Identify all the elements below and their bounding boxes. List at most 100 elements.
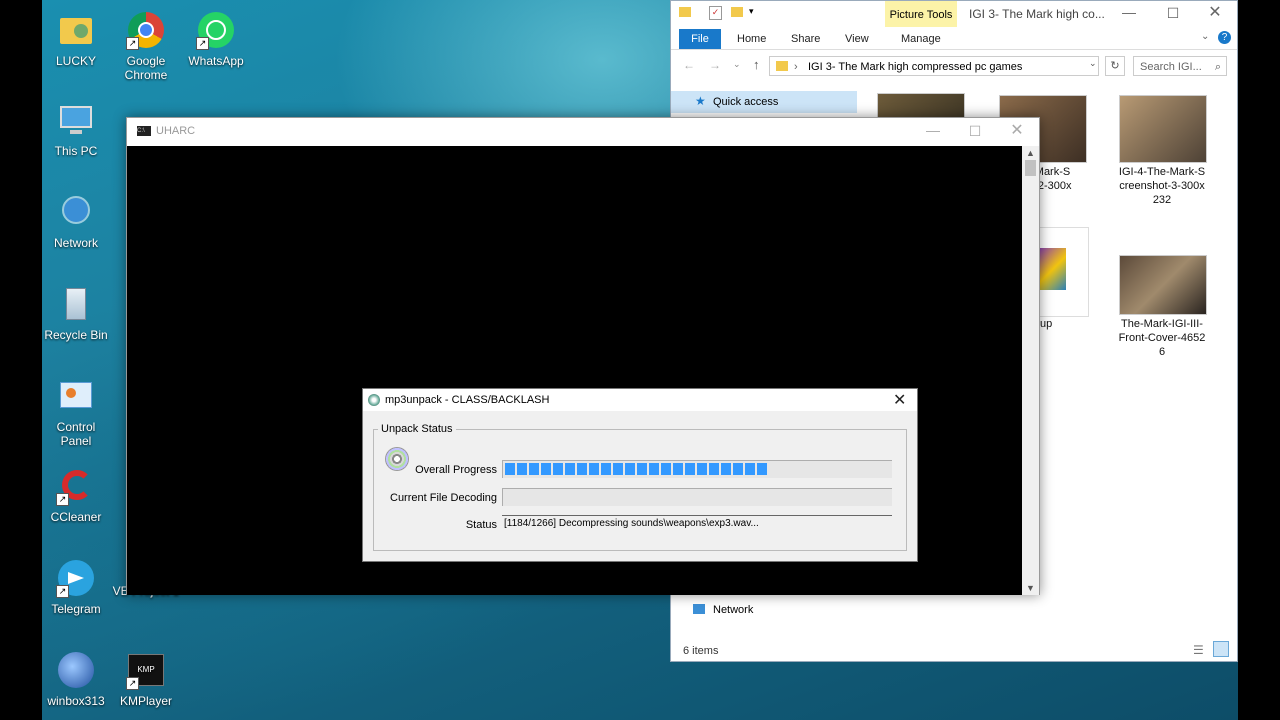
tab-share[interactable]: Share — [783, 29, 828, 49]
shortcut-arrow-icon: ↗ — [126, 677, 139, 690]
details-view-icon[interactable]: ☰ — [1193, 643, 1204, 657]
recycle-bin-icon — [56, 284, 96, 324]
desktop-icon-ccleaner[interactable]: ↗ CCleaner — [42, 462, 112, 524]
new-folder-icon[interactable] — [731, 7, 743, 17]
address-dropdown-icon[interactable]: ⌄ — [1089, 58, 1097, 69]
scroll-up-icon[interactable]: ▲ — [1026, 148, 1035, 158]
file-thumbnail[interactable] — [1119, 95, 1207, 163]
current-file-progress-bar — [502, 488, 892, 506]
ribbon-tabs: File Home Share View Manage ⌄ ? — [671, 27, 1237, 50]
address-row: ← → ⌄ ↑ › IGI 3- The Mark high compresse… — [671, 50, 1237, 82]
maximize-button[interactable]: ☐ — [953, 118, 997, 146]
desktop-icon-label: Google Chrome — [124, 54, 168, 82]
minimize-button[interactable]: — — [1107, 1, 1151, 27]
search-input[interactable]: Search IGI... ⌕ — [1133, 56, 1227, 76]
ribbon-expand-icon[interactable]: ⌄ — [1201, 31, 1209, 42]
desktop-icon-label: Network — [53, 236, 98, 250]
progress-segment — [673, 463, 683, 475]
progress-segment — [697, 463, 707, 475]
status-bar-items: 6 items — [683, 645, 719, 657]
progress-segment — [601, 463, 611, 475]
dialog-title: mp3unpack - CLASS/BACKLASH — [385, 394, 550, 406]
progress-segment — [625, 463, 635, 475]
search-placeholder: Search IGI... — [1140, 61, 1202, 73]
large-icons-view-icon[interactable] — [1213, 641, 1229, 657]
desktop-icon-this-pc[interactable]: This PC — [42, 96, 112, 158]
recent-chevron-icon[interactable]: ⌄ — [733, 59, 741, 70]
search-icon: ⌕ — [1214, 61, 1221, 73]
setup-icon[interactable] — [1033, 227, 1089, 317]
address-bar[interactable]: › IGI 3- The Mark high compressed pc gam… — [769, 56, 1099, 76]
desktop-icon-label: Recycle Bin — [44, 328, 108, 342]
back-arrow-icon[interactable]: ← — [683, 58, 695, 72]
vertical-scrollbar[interactable]: ▲ ▼ — [1022, 146, 1039, 595]
progress-segment — [529, 463, 539, 475]
desktop-icon-label: This PC — [54, 144, 98, 158]
progress-segment — [733, 463, 743, 475]
forward-arrow-icon[interactable]: → — [709, 58, 721, 72]
shortcut-arrow-icon: ↗ — [56, 585, 69, 598]
dialog-titlebar[interactable]: mp3unpack - CLASS/BACKLASH ✕ — [363, 389, 917, 411]
help-icon[interactable]: ? — [1218, 31, 1231, 44]
app-icon — [368, 394, 380, 406]
progress-segment — [685, 463, 695, 475]
progress-segment — [577, 463, 587, 475]
current-file-decoding-label: Current File Decoding — [390, 492, 497, 504]
ccleaner-icon: ↗ — [56, 466, 96, 506]
desktop-icon-chrome[interactable]: ↗ Google Chrome — [110, 6, 182, 82]
close-button[interactable]: ✕ — [995, 118, 1039, 146]
window-title: IGI 3- The Mark high co... — [969, 7, 1105, 21]
folder-icon — [679, 7, 691, 17]
scroll-thumb[interactable] — [1025, 160, 1036, 176]
chrome-icon: ↗ — [126, 10, 166, 50]
up-arrow-icon[interactable]: ↑ — [753, 57, 760, 72]
console-icon: C:\ — [137, 126, 151, 136]
file-thumbnail[interactable] — [1119, 255, 1207, 315]
desktop-icon-winbox[interactable]: winbox313 — [42, 646, 112, 708]
group-label: Unpack Status — [381, 423, 453, 435]
tab-view[interactable]: View — [837, 29, 877, 49]
tab-home[interactable]: Home — [729, 29, 774, 49]
refresh-icon[interactable]: ↻ — [1105, 56, 1125, 76]
chevron-down-icon[interactable]: ▾ — [749, 6, 754, 17]
scroll-down-icon[interactable]: ▼ — [1026, 583, 1035, 593]
close-button[interactable]: ✕ — [1193, 1, 1237, 27]
nav-item-quick-access[interactable]: ★ Quick access — [671, 91, 857, 113]
shortcut-arrow-icon: ↗ — [126, 37, 139, 50]
whatsapp-icon: ↗ — [196, 10, 236, 50]
breadcrumb-chevron-icon: › — [794, 61, 798, 73]
desktop-icon-label: LUCKY — [55, 54, 96, 68]
computer-icon — [56, 100, 96, 140]
nav-item-label: Network — [713, 604, 754, 616]
desktop-icon-label: KMPlayer — [119, 694, 172, 708]
progress-segment — [757, 463, 767, 475]
progress-segment — [709, 463, 719, 475]
tab-manage[interactable]: Manage — [893, 29, 949, 49]
desktop-icon-network[interactable]: Network — [42, 188, 112, 250]
network-icon — [56, 192, 96, 232]
network-icon — [693, 604, 705, 614]
desktop-icon-lucky[interactable]: LUCKY — [42, 6, 112, 68]
uharc-titlebar[interactable]: C:\ UHARC — ☐ ✕ — [127, 118, 1039, 146]
kmplayer-icon: KMP ↗ — [126, 650, 166, 690]
desktop-icon-recycle-bin[interactable]: Recycle Bin — [42, 280, 112, 342]
status-text-field: [1184/1266] Decompressing sounds\weapons… — [502, 515, 892, 533]
nav-item-network[interactable]: Network — [671, 599, 857, 621]
properties-icon[interactable]: ✓ — [709, 6, 722, 20]
file-caption: The-Mark-IGI-III- Front-Cover-4652 6 — [1114, 317, 1210, 359]
shortcut-arrow-icon: ↗ — [56, 493, 69, 506]
desktop-icon-kmplayer[interactable]: KMP ↗ KMPlayer — [110, 646, 182, 708]
desktop-icon-whatsapp[interactable]: ↗ WhatsApp — [180, 6, 252, 68]
desktop-icon-control-panel[interactable]: Control Panel — [42, 372, 112, 448]
close-button[interactable]: ✕ — [893, 390, 906, 410]
desktop-icon-telegram[interactable]: ↗ Telegram — [42, 554, 112, 616]
progress-segment — [517, 463, 527, 475]
progress-segment — [649, 463, 659, 475]
progress-segment — [661, 463, 671, 475]
mp3unpack-dialog: mp3unpack - CLASS/BACKLASH ✕ Unpack Stat… — [362, 388, 918, 562]
tab-file[interactable]: File — [679, 29, 721, 49]
maximize-button[interactable]: ☐ — [1151, 1, 1195, 27]
shortcut-arrow-icon: ↗ — [196, 37, 209, 50]
explorer-titlebar[interactable]: ✓ ▾ Picture Tools IGI 3- The Mark high c… — [671, 1, 1237, 27]
minimize-button[interactable]: — — [911, 118, 955, 146]
